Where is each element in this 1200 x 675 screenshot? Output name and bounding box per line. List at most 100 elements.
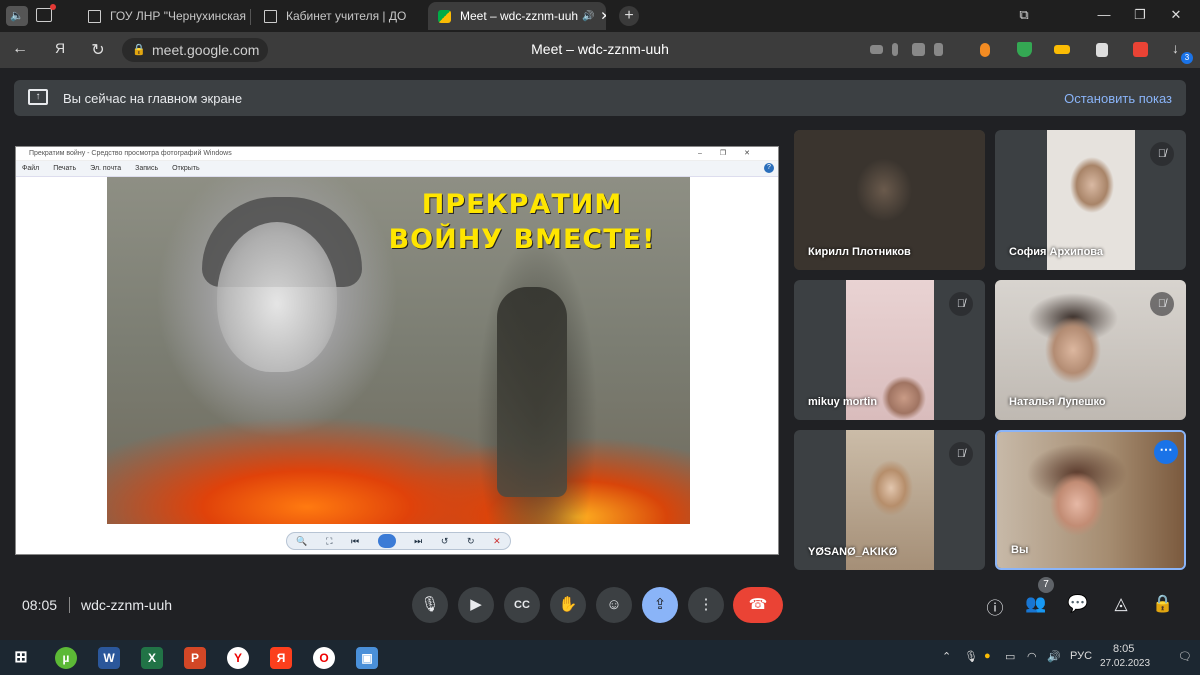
chat-icon[interactable]	[912, 43, 925, 56]
notifications-icon[interactable]: 🗨	[1178, 650, 1192, 663]
help-icon[interactable]: ?	[764, 163, 774, 173]
mic-off-icon: 🎙̸	[949, 292, 973, 316]
camera-icon[interactable]	[870, 45, 883, 54]
wifi-icon[interactable]: ◠	[1027, 650, 1037, 663]
chat-icon[interactable]: 💬	[1067, 594, 1089, 614]
opera-icon[interactable]: O	[313, 647, 335, 669]
windows-start-icon[interactable]: ⊞	[10, 647, 32, 669]
presenting-banner: ↑ Вы сейчас на главном экране Остановить…	[14, 80, 1186, 116]
avatar-icon[interactable]	[1133, 42, 1148, 57]
photo-viewer-icon[interactable]: ▣	[356, 647, 378, 669]
activities-icon[interactable]: ◬	[1110, 594, 1132, 614]
participant-tile[interactable]: 🎙̸ YØSANØ_AKIKØ	[794, 430, 985, 570]
tab-label: ГОУ ЛНР "Чернухинская с	[110, 9, 248, 23]
stop-presenting-button[interactable]: Остановить показ	[1064, 91, 1172, 106]
battery-icon[interactable]	[1054, 45, 1070, 54]
address-bar: ← Я ↻ 🔒 meet.google.com Meet – wdc-zznm-…	[0, 32, 1200, 68]
word-icon[interactable]: W	[98, 647, 120, 669]
meeting-time: 08:05	[22, 597, 58, 613]
previous-icon[interactable]: ⏮	[351, 536, 359, 547]
fit-icon[interactable]: ⛶	[326, 536, 332, 547]
participant-name: Вы	[1011, 544, 1029, 556]
show-hidden-icons[interactable]: ⌃	[942, 650, 951, 663]
utorrent-icon[interactable]: µ	[55, 647, 77, 669]
yandex-icon[interactable]: Я	[270, 647, 292, 669]
tab-school[interactable]: ГОУ ЛНР "Чернухинская с	[78, 2, 248, 30]
input-language[interactable]: РУС	[1070, 650, 1092, 662]
tab-groups-icon[interactable]	[36, 8, 52, 22]
excel-icon[interactable]: X	[141, 647, 163, 669]
page-icon	[264, 9, 277, 23]
poster-child-face	[217, 222, 337, 372]
yandex-icon[interactable]: Я	[50, 40, 70, 56]
camera-button[interactable]: ▶	[458, 587, 494, 623]
next-icon[interactable]: ⏭	[414, 536, 422, 547]
taskbar-date[interactable]: 27.02.2023	[1100, 658, 1150, 669]
menu-open[interactable]: Открыть	[172, 165, 200, 172]
reactions-button[interactable]: ☺	[596, 587, 632, 623]
battery-tray-icon[interactable]: ▭	[1005, 650, 1015, 663]
viewer-menu: Файл Печать Эл. почта Запись Открыть	[16, 161, 778, 177]
restore-icon[interactable]: ❐	[1130, 7, 1150, 23]
mic-off-icon: 🎙̸	[1150, 292, 1174, 316]
bookmark-icon[interactable]	[934, 43, 943, 56]
shield-icon[interactable]	[1017, 42, 1032, 57]
powerpoint-icon[interactable]: P	[184, 647, 206, 669]
yandex-browser-icon[interactable]: Y	[227, 647, 249, 669]
menu-file[interactable]: Файл	[22, 165, 39, 172]
slideshow-icon[interactable]	[377, 534, 396, 548]
participant-tile[interactable]: 🎙̸ София Архипова	[995, 130, 1186, 270]
people-icon[interactable]: 👥	[1025, 594, 1047, 614]
tab-meet[interactable]: Meet – wdc-zznm-uuh 🔊 ✕	[428, 2, 606, 30]
participant-name: Кирилл Плотников	[808, 246, 911, 258]
mic-tray-icon[interactable]: 🎙	[964, 650, 978, 663]
menu-email[interactable]: Эл. почта	[90, 165, 121, 172]
more-options-icon[interactable]: ⋯	[1154, 440, 1178, 464]
mic-button[interactable]: 🎙	[412, 587, 448, 623]
more-options-button[interactable]: ⋮	[688, 587, 724, 623]
tab-separator	[250, 9, 251, 25]
rotate-right-icon[interactable]: ↻	[467, 536, 475, 547]
info-icon[interactable]: ⓘ	[984, 594, 1006, 619]
app-tray-icon[interactable]: ●	[984, 650, 991, 662]
participant-tile[interactable]: 🎙̸ mikuy mortin	[794, 280, 985, 420]
volume-icon[interactable]: 🔊	[1047, 650, 1061, 663]
zoom-icon[interactable]: 🔍	[296, 536, 307, 547]
url-field[interactable]: 🔒 meet.google.com	[122, 38, 268, 62]
delete-icon[interactable]: ✕	[493, 536, 501, 547]
extension-icon[interactable]	[980, 43, 990, 57]
tab-search-icon[interactable]: ⧉	[1014, 7, 1034, 23]
tab-teacher-cabinet[interactable]: Кабинет учителя | ДО	[254, 2, 426, 30]
close-window-icon[interactable]: ✕	[1166, 7, 1186, 23]
close-tab-icon[interactable]: ✕	[601, 9, 607, 23]
menu-burn[interactable]: Запись	[135, 165, 158, 172]
tab-label: Meet – wdc-zznm-uuh	[460, 9, 579, 23]
leave-call-button[interactable]: ☎	[733, 587, 783, 623]
present-button[interactable]: ⇪	[642, 587, 678, 623]
captions-button[interactable]: CC	[504, 587, 540, 623]
meet-icon	[438, 9, 451, 23]
mic-off-icon: 🎙̸	[949, 442, 973, 466]
self-tile[interactable]: ⋯ Вы	[995, 430, 1186, 570]
download-icon[interactable]: ↓	[1172, 40, 1185, 56]
rotate-left-icon[interactable]: ↺	[441, 536, 449, 547]
reload-icon[interactable]: ↻	[88, 40, 108, 60]
back-icon[interactable]: ←	[10, 40, 30, 58]
mic-icon[interactable]	[892, 43, 898, 56]
download-badge: 3	[1181, 52, 1193, 64]
poster-soldier	[497, 287, 567, 497]
profile-icon[interactable]	[1096, 43, 1108, 57]
lock-icon: 🔒	[132, 44, 146, 56]
mic-off-icon: 🎙̸	[1150, 142, 1174, 166]
raise-hand-button[interactable]: ✋	[550, 587, 586, 623]
minimize-icon[interactable]: —	[1094, 7, 1114, 22]
taskbar-time[interactable]: 8:05	[1113, 643, 1134, 655]
participant-tile[interactable]: Кирилл Плотников	[794, 130, 985, 270]
menu-print[interactable]: Печать	[53, 165, 76, 172]
participant-name: Наталья Лупешко	[1009, 396, 1106, 408]
host-controls-icon[interactable]: 🔒	[1152, 594, 1174, 614]
new-tab-button[interactable]: +	[619, 6, 639, 26]
tab-audio-icon[interactable]: 🔈	[6, 6, 28, 26]
tab-label: Кабинет учителя | ДО	[286, 9, 407, 23]
participant-tile[interactable]: 🎙̸ Наталья Лупешко	[995, 280, 1186, 420]
